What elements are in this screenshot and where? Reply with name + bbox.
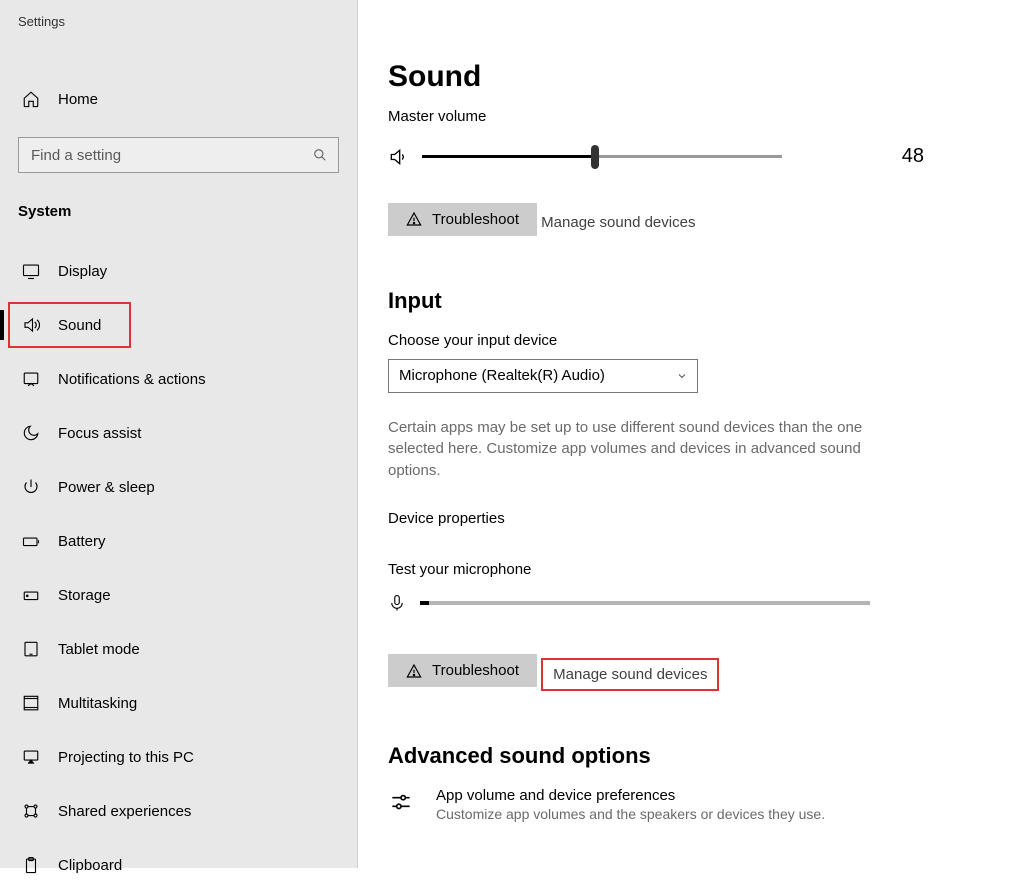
- sidebar-item-label: Projecting to this PC: [58, 749, 194, 766]
- sidebar-item-label: Sound: [58, 317, 101, 334]
- tablet-icon: [22, 640, 52, 658]
- sidebar-item-label: Clipboard: [58, 857, 122, 874]
- master-volume-label: Master volume: [388, 108, 984, 125]
- app-volume-title: App volume and device preferences: [436, 787, 825, 804]
- settings-sidebar: Settings Home System Display Sound Notif…: [0, 0, 358, 868]
- sidebar-item-label: Power & sleep: [58, 479, 155, 496]
- sidebar-item-display[interactable]: Display: [0, 244, 357, 298]
- main-content: Sound Master volume 48 Troubleshoot Mana…: [358, 0, 1024, 868]
- storage-icon: [22, 586, 52, 604]
- app-volume-subtitle: Customize app volumes and the speakers o…: [436, 806, 825, 822]
- sidebar-item-sound[interactable]: Sound: [0, 298, 357, 352]
- sidebar-item-label: Focus assist: [58, 425, 141, 442]
- troubleshoot-output-button[interactable]: Troubleshoot: [388, 203, 537, 236]
- sidebar-item-multitasking[interactable]: Multitasking: [0, 676, 357, 730]
- battery-icon: [22, 532, 52, 550]
- sidebar-item-focus-assist[interactable]: Focus assist: [0, 406, 357, 460]
- sidebar-item-notifications[interactable]: Notifications & actions: [0, 352, 357, 406]
- microphone-level-row: [388, 592, 984, 614]
- master-volume-row: 48: [388, 145, 984, 168]
- display-icon: [22, 262, 52, 280]
- sidebar-item-label: Battery: [58, 533, 106, 550]
- search-input[interactable]: [18, 137, 339, 173]
- input-device-selected: Microphone (Realtek(R) Audio): [399, 367, 605, 384]
- manage-sound-devices-link[interactable]: Manage sound devices: [541, 214, 695, 231]
- sidebar-item-label: Storage: [58, 587, 111, 604]
- sidebar-item-label: Notifications & actions: [58, 371, 206, 388]
- sound-icon: [22, 316, 52, 334]
- input-description: Certain apps may be set up to use differ…: [388, 417, 878, 482]
- microphone-level-meter: [420, 601, 870, 605]
- sidebar-item-label: Display: [58, 263, 107, 280]
- troubleshoot-input-button[interactable]: Troubleshoot: [388, 654, 537, 687]
- shared-icon: [22, 802, 52, 820]
- window-title: Settings: [0, 14, 357, 29]
- sidebar-item-battery[interactable]: Battery: [0, 514, 357, 568]
- clipboard-icon: [22, 856, 52, 874]
- home-icon: [22, 90, 50, 108]
- device-properties-link[interactable]: Device properties: [388, 510, 984, 527]
- sidebar-item-label: Multitasking: [58, 695, 137, 712]
- power-icon: [22, 478, 52, 496]
- warning-icon: [406, 211, 422, 227]
- sidebar-item-projecting[interactable]: Projecting to this PC: [0, 730, 357, 784]
- notifications-icon: [22, 370, 52, 388]
- test-microphone-label: Test your microphone: [388, 561, 984, 578]
- focus-assist-icon: [22, 424, 52, 442]
- troubleshoot-label: Troubleshoot: [432, 211, 519, 228]
- chevron-down-icon: [676, 370, 688, 382]
- sidebar-item-power-sleep[interactable]: Power & sleep: [0, 460, 357, 514]
- annotation-highlight: Manage sound devices: [541, 658, 719, 691]
- warning-icon: [406, 663, 422, 679]
- master-volume-slider[interactable]: [422, 147, 782, 167]
- sidebar-item-tablet-mode[interactable]: Tablet mode: [0, 622, 357, 676]
- multitasking-icon: [22, 694, 52, 712]
- sliders-icon: [388, 787, 420, 815]
- sidebar-nav: Display Sound Notifications & actions Fo…: [0, 244, 357, 892]
- sidebar-item-shared-experiences[interactable]: Shared experiences: [0, 784, 357, 838]
- search-icon: [313, 148, 327, 162]
- manage-sound-devices-link[interactable]: Manage sound devices: [553, 666, 707, 683]
- sidebar-item-label: Shared experiences: [58, 803, 191, 820]
- microphone-icon: [388, 592, 406, 614]
- sidebar-section-header: System: [0, 173, 357, 220]
- sidebar-item-label: Tablet mode: [58, 641, 140, 658]
- sidebar-item-storage[interactable]: Storage: [0, 568, 357, 622]
- troubleshoot-label: Troubleshoot: [432, 662, 519, 679]
- search-wrap: [18, 137, 339, 173]
- projecting-icon: [22, 748, 52, 766]
- page-title: Sound: [388, 60, 984, 94]
- app-volume-preferences-link[interactable]: App volume and device preferences Custom…: [388, 787, 984, 822]
- sidebar-item-clipboard[interactable]: Clipboard: [0, 838, 357, 892]
- advanced-heading: Advanced sound options: [388, 743, 984, 769]
- input-heading: Input: [388, 288, 984, 314]
- home-label: Home: [58, 91, 98, 108]
- input-device-select[interactable]: Microphone (Realtek(R) Audio): [388, 359, 698, 393]
- choose-input-label: Choose your input device: [388, 332, 984, 349]
- speaker-icon[interactable]: [388, 147, 408, 167]
- master-volume-value: 48: [902, 145, 984, 168]
- home-nav[interactable]: Home: [0, 79, 357, 119]
